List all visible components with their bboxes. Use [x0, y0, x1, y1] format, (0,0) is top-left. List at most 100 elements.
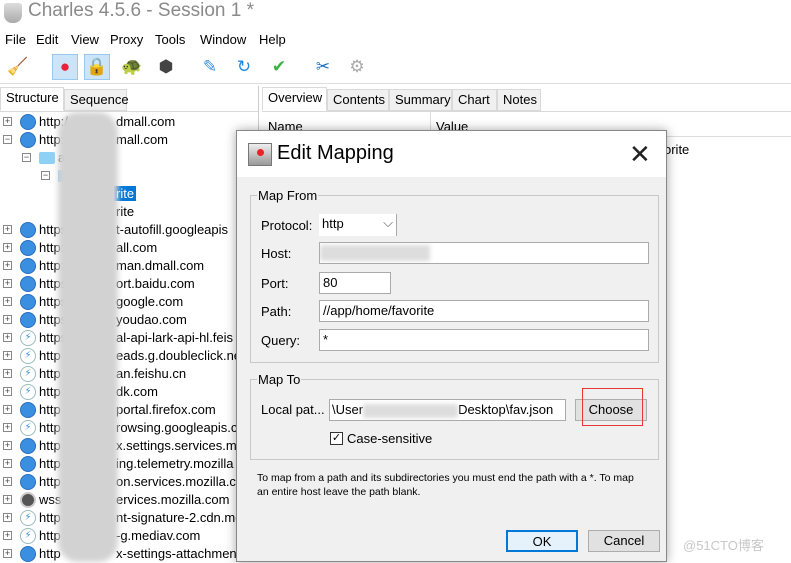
repeat-icon[interactable]: ↻ [231, 54, 257, 80]
host-label: Host: [261, 246, 292, 261]
tree-item[interactable]: + ⚡ http dk.com [0, 383, 240, 401]
menu-proxy[interactable]: Proxy [110, 32, 143, 47]
expand-icon[interactable]: + [3, 333, 12, 342]
expand-icon[interactable]: + [3, 549, 12, 558]
ssl-proxy-lock-icon[interactable]: 🔒 [84, 54, 110, 80]
tree-item[interactable]: + ⚡ http an.feishu.cn [0, 365, 240, 383]
tree-item[interactable]: + http: man.dmall.com [0, 257, 240, 275]
expand-icon[interactable]: + [3, 297, 12, 306]
expand-icon[interactable]: + [3, 225, 12, 234]
throttle-turtle-icon[interactable]: 🐢 [119, 54, 145, 80]
tree-item[interactable]: rite [0, 185, 240, 203]
expand-icon[interactable]: + [3, 117, 12, 126]
highlight-box [582, 388, 643, 426]
protocol-select[interactable]: http ⌵ [319, 214, 397, 236]
expand-icon[interactable]: + [3, 387, 12, 396]
globe-icon [20, 294, 36, 310]
expand-icon[interactable]: + [3, 513, 12, 522]
tools-icon[interactable]: ✂ [310, 54, 336, 80]
tree-item[interactable]: + http portal.firefox.com [0, 401, 240, 419]
expand-icon[interactable]: + [3, 495, 12, 504]
tree-item[interactable]: + ⚡ http rowsing.googleapis.c [0, 419, 240, 437]
settings-gear-icon[interactable]: ⚙ [344, 54, 370, 80]
menu-edit[interactable]: Edit [36, 32, 58, 47]
menu-window[interactable]: Window [200, 32, 246, 47]
path-field[interactable]: //app/home/favorite [319, 300, 649, 322]
tree-item[interactable]: + http x.settings.services.mo [0, 437, 244, 455]
expand-icon[interactable]: + [3, 243, 12, 252]
compose-pen-icon[interactable]: ✎ [197, 54, 223, 80]
tab-contents[interactable]: Contents [327, 89, 389, 111]
cancel-button[interactable]: Cancel [588, 530, 660, 552]
tree-item[interactable]: + https youdao.com [0, 311, 240, 329]
tree-label-tail: man.dmall.com [116, 258, 205, 273]
tree-item[interactable]: − http:/mall.com [0, 131, 240, 149]
tab-summary[interactable]: Summary [389, 89, 452, 111]
lightning-icon: ⚡ [20, 348, 36, 364]
overview-value: orite [664, 142, 690, 157]
local-path-field[interactable]: \User Desktop\fav.json [329, 399, 566, 421]
tree-label-tail: rowsing.googleapis.c [116, 420, 238, 435]
tab-sequence[interactable]: Sequence [64, 89, 129, 111]
tree-item[interactable]: + http ing.telemetry.mozilla [0, 455, 240, 473]
tree-item[interactable]: + https t-autofill.googleapis [0, 221, 240, 239]
host-field[interactable] [319, 242, 649, 264]
tree-item[interactable]: + http x-settings-attachment [0, 545, 240, 563]
expand-icon[interactable]: + [3, 369, 12, 378]
ok-button[interactable]: OK [506, 530, 578, 552]
tree-label-tail: all.com [116, 240, 158, 255]
tree-item[interactable]: + ⚡ http eads.g.doubleclick.ne [0, 347, 241, 365]
folder-icon [39, 152, 55, 164]
tree-item[interactable]: − [0, 167, 240, 185]
expand-icon[interactable]: + [3, 531, 12, 540]
menu-file[interactable]: File [5, 32, 26, 47]
tree-item[interactable]: + http on.services.mozilla.co [0, 473, 243, 491]
collapse-icon[interactable]: − [3, 135, 12, 144]
globe-icon [20, 438, 36, 454]
menu-help[interactable]: Help [259, 32, 286, 47]
expand-icon[interactable]: + [3, 405, 12, 414]
validate-check-icon[interactable]: ✔ [266, 54, 292, 80]
dialog-title-bar: Edit Mapping ✕ [237, 131, 666, 177]
broom-icon[interactable]: 🧹 [5, 54, 31, 80]
expand-icon[interactable]: + [3, 351, 12, 360]
expand-icon[interactable]: + [3, 423, 12, 432]
tree-item[interactable]: + http: all.com [0, 239, 240, 257]
collapse-icon[interactable]: − [41, 171, 50, 180]
port-field[interactable]: 80 [319, 272, 391, 294]
case-sensitive-checkbox[interactable]: ✓ [330, 432, 343, 445]
query-field[interactable]: * [319, 329, 649, 351]
window-title: Charles 4.5.6 - Session 1 * [28, 0, 255, 21]
tree-item[interactable]: + ⚡ https al-api-lark-api-hl.feis [0, 329, 240, 347]
expand-icon[interactable]: + [3, 477, 12, 486]
tree-label: rite [116, 204, 135, 219]
tree-item[interactable]: + ⚡ http -g.mediav.com [0, 527, 240, 545]
expand-icon[interactable]: + [3, 459, 12, 468]
tab-structure[interactable]: Structure [0, 87, 64, 111]
globe-icon [20, 114, 36, 130]
tree-item[interactable]: + wss ervices.mozilla.com [0, 491, 240, 509]
tree-item[interactable]: + ⚡ http nt-signature-2.cdn.mo [0, 509, 242, 527]
tree-item[interactable]: −a [0, 149, 240, 167]
close-icon[interactable]: ✕ [629, 139, 651, 170]
collapse-icon[interactable]: − [22, 153, 31, 162]
tree-item[interactable]: + https google.com [0, 293, 240, 311]
tab-overview[interactable]: Overview [262, 87, 327, 111]
menu-view[interactable]: View [71, 32, 99, 47]
tree-item[interactable]: rite [0, 203, 240, 221]
tab-chart[interactable]: Chart [452, 89, 497, 111]
record-icon[interactable]: ● [52, 54, 78, 80]
expand-icon[interactable]: + [3, 261, 12, 270]
expand-icon[interactable]: + [3, 441, 12, 450]
tree-label-tail: dk.com [116, 384, 158, 399]
watermark: @51CTO博客 [683, 538, 764, 553]
globe-icon [20, 456, 36, 472]
lightning-icon: ⚡ [20, 528, 36, 544]
breakpoint-stop-icon[interactable]: ⬢ [153, 54, 179, 80]
menu-tools[interactable]: Tools [155, 32, 185, 47]
tree-item[interactable]: + https ort.baidu.com [0, 275, 240, 293]
expand-icon[interactable]: + [3, 279, 12, 288]
tab-notes[interactable]: Notes [497, 89, 541, 111]
expand-icon[interactable]: + [3, 315, 12, 324]
tree-item[interactable]: + http:/dmall.com [0, 113, 240, 131]
